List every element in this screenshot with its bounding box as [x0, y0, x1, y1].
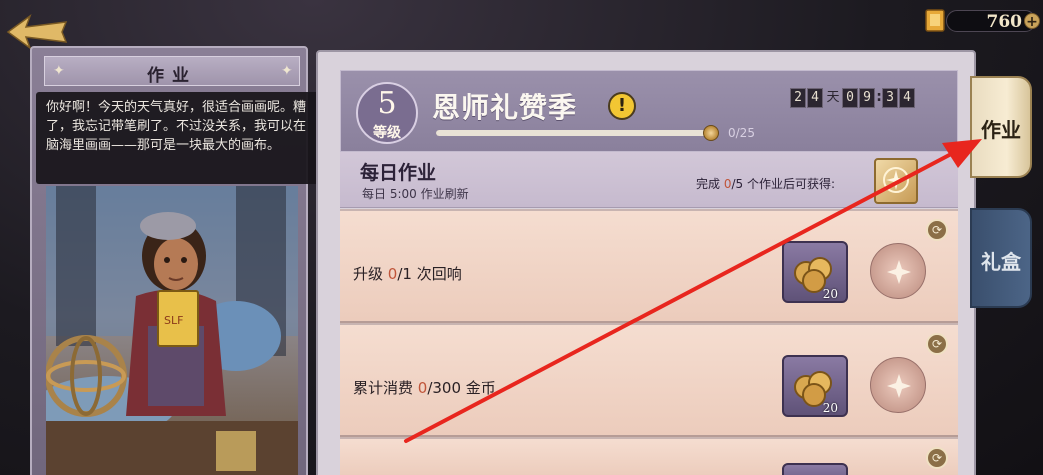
task-suffix: /1 次回响: [397, 265, 462, 283]
coin-reward-icon[interactable]: 20: [782, 241, 848, 303]
task-label: 累计消费 0/300 金币: [353, 377, 496, 398]
timer-digit: 9: [859, 88, 875, 108]
daily-tasks-title: 每日作业: [360, 162, 437, 184]
season-progress-text: 0/25: [728, 126, 755, 140]
task-progress: 0: [387, 265, 398, 283]
level-label: 等级: [373, 125, 401, 141]
timer-day-label: 天: [826, 90, 840, 105]
reward-quantity: 20: [822, 287, 838, 301]
season-title: 恩师礼赞季: [432, 91, 578, 124]
coin-reward-icon[interactable]: [782, 463, 848, 475]
refresh-task-icon[interactable]: ⟳: [926, 447, 948, 469]
level-number: 5: [377, 86, 397, 121]
sparkle-icon: [887, 260, 911, 284]
timer-digit: 4: [807, 88, 823, 108]
task-row: 升级 0/1 次回响 20 ⟳: [340, 211, 958, 323]
season-progress-bar: [436, 130, 712, 136]
info-icon[interactable]: !: [608, 92, 636, 120]
coin-reward-icon[interactable]: 20: [782, 355, 848, 417]
character-illustration: SLF: [46, 186, 298, 475]
npc-dialogue-box: 你好啊！今天的天气真好，很适合画画呢。糟了，我忘记带笔刷了。不过没关系，我可以在…: [36, 92, 324, 184]
tab-gift-box-label: 礼盒: [981, 250, 1021, 274]
tab-homework-label: 作业: [981, 118, 1021, 142]
left-panel-header: 作业 ✦ ✦: [44, 56, 300, 86]
season-countdown: 24天09:34: [790, 88, 916, 108]
task-label: 升级 0/1 次回响: [353, 263, 462, 284]
progress-coin-icon: [703, 125, 719, 141]
timer-digit: 4: [899, 88, 915, 108]
level-badge: 5 等级: [356, 82, 418, 144]
gold-book-icon: [922, 7, 948, 33]
refresh-task-icon[interactable]: ⟳: [926, 219, 948, 241]
timer-digit: 3: [882, 88, 898, 108]
notepad-text: SLF: [164, 314, 183, 327]
sparkle-icon: ✦: [281, 63, 293, 79]
reward-note-prefix: 完成: [696, 177, 724, 191]
refresh-task-icon[interactable]: ⟳: [926, 333, 948, 355]
claim-task-button[interactable]: [870, 243, 926, 299]
claim-task-button[interactable]: [870, 357, 926, 413]
task-progress: 0: [417, 379, 428, 397]
sparkle-icon: [887, 374, 911, 398]
task-suffix: /300 金币: [427, 379, 496, 397]
season-progress-fill: [436, 130, 704, 136]
task-prefix: 升级: [353, 265, 388, 283]
tab-gift-box[interactable]: 礼盒: [970, 208, 1032, 308]
task-row: 累计消费 0/300 金币 20 ⟳: [340, 325, 958, 437]
currency-display: 760 +: [918, 4, 1040, 34]
left-panel-title: 作业: [147, 66, 197, 86]
task-prefix: 累计消费: [353, 379, 418, 397]
tab-homework[interactable]: 作业: [970, 76, 1032, 178]
daily-refresh-note: 每日 5:00 作业刷新: [362, 187, 469, 201]
daily-reward-note: 完成 0/5 个作业后可获得:: [696, 175, 835, 192]
add-currency-button[interactable]: +: [1024, 13, 1040, 30]
timer-digit: 0: [842, 88, 858, 108]
npc-dialogue-text: 你好啊！今天的天气真好，很适合画画呢。糟了，我忘记带笔刷了。不过没关系，我可以在…: [46, 100, 307, 153]
sparkle-icon: ✦: [53, 63, 65, 79]
reward-quantity: 20: [822, 401, 838, 415]
task-row: ⟳: [340, 439, 958, 475]
daily-reward-chest-icon[interactable]: [874, 158, 918, 204]
reward-note-suffix: /5 个作业后可获得:: [731, 177, 836, 191]
timer-digit: 2: [790, 88, 806, 108]
currency-amount: 760: [986, 12, 1023, 32]
